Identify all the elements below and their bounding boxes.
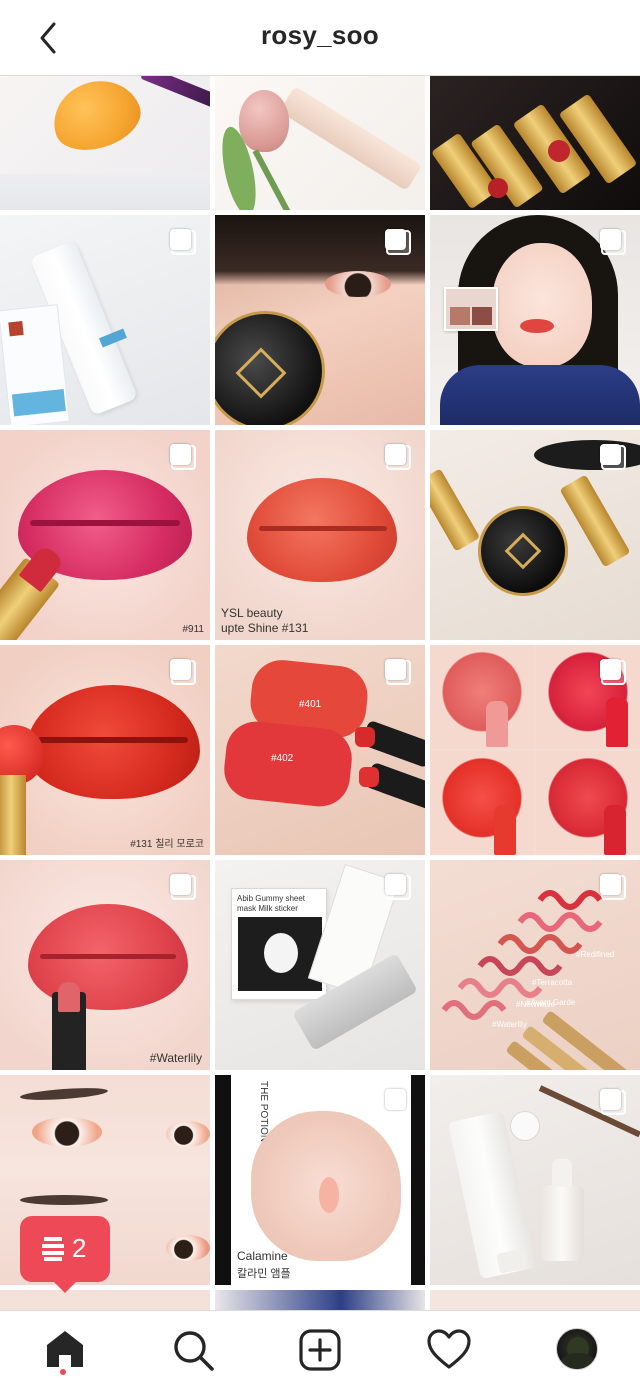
nav-home[interactable] [42, 1327, 88, 1373]
activity-notification-badge[interactable]: 2 [20, 1216, 110, 1293]
swatch-label: #Redifined [576, 950, 615, 959]
swatch-label: #401 [299, 699, 322, 710]
post-tile[interactable]: #401 #402 [215, 645, 425, 855]
foundation-tube-image [279, 86, 423, 191]
multiple-posts-icon [600, 874, 626, 900]
shirt-image [440, 365, 640, 425]
multiple-posts-icon [385, 444, 411, 470]
plus-square-icon [299, 1329, 341, 1371]
multiple-posts-icon [385, 874, 411, 900]
multiple-posts-icon [170, 874, 196, 900]
post-tile[interactable] [0, 76, 210, 210]
post-tile[interactable] [430, 1075, 640, 1285]
notification-count: 2 [72, 1233, 87, 1263]
lips-collage-image [430, 645, 534, 749]
skincare-box-image [0, 304, 71, 425]
heart-icon [427, 1329, 471, 1369]
post-tile[interactable] [430, 645, 640, 855]
post-caption-line2: upte Shine #131 [221, 621, 309, 635]
post-tile[interactable]: #Waterlily [0, 860, 210, 1070]
post-tile[interactable] [430, 76, 640, 210]
swatch-label: #402 [271, 753, 294, 764]
eyeshadow-palette-image [444, 287, 498, 331]
nav-profile-avatar[interactable] [556, 1328, 598, 1370]
tulip-image [239, 90, 289, 152]
nav-search[interactable] [170, 1327, 216, 1373]
brush-handle-image [140, 76, 210, 109]
lipstick-image [430, 468, 481, 552]
post-caption: #131 칠리 모로코 [130, 839, 204, 850]
top-bar: rosy_soo [0, 0, 640, 76]
post-caption: YSL beauty [221, 606, 283, 620]
search-icon [174, 1331, 214, 1371]
multiple-posts-icon [170, 444, 196, 470]
multiple-posts-icon [600, 659, 626, 685]
multiple-posts-icon [600, 444, 626, 470]
post-caption: Abib Gummy sheet mask Milk sticker [237, 894, 306, 913]
post-tile[interactable] [215, 215, 425, 425]
post-caption: Calamine [237, 1249, 288, 1263]
swatch-label: #Terracotta [532, 978, 573, 987]
multiple-posts-icon [600, 229, 626, 255]
makeup-sponge-image [43, 76, 149, 160]
posts-grid: #911 YSL beauty upte Shine #131 #131 칠리 … [0, 76, 640, 1310]
home-active-dot [60, 1369, 66, 1375]
face-image [492, 243, 592, 367]
post-tile[interactable]: #Redifined #Terracotta #Avant Garde #New… [430, 860, 640, 1070]
post-tile[interactable] [0, 215, 210, 425]
post-tile[interactable] [215, 1290, 425, 1310]
multiple-posts-icon [600, 1089, 626, 1115]
post-caption: #911 [182, 624, 204, 635]
multiple-posts-icon [170, 229, 196, 255]
serum-bottle-image [540, 1185, 584, 1261]
multiple-posts-icon [170, 659, 196, 685]
post-tile[interactable] [215, 76, 425, 210]
post-tile[interactable] [430, 430, 640, 640]
post-tile[interactable]: #911 [0, 430, 210, 640]
post-tile[interactable]: #131 칠리 모로코 [0, 645, 210, 855]
swatch-label: #Waterlily [492, 1020, 527, 1029]
comment-list-icon [42, 1237, 64, 1261]
eye-image [325, 271, 391, 297]
post-caption: #Waterlily [149, 1051, 202, 1065]
post-tile[interactable] [430, 1290, 640, 1310]
post-tile[interactable]: Abib Gummy sheet mask Milk sticker [215, 860, 425, 1070]
post-tile[interactable]: YSL beauty upte Shine #131 [215, 430, 425, 640]
post-tile[interactable]: THE POTIONS Calamine 칼라민 앰플 [215, 1075, 425, 1285]
profile-username-title: rosy_soo [260, 20, 379, 50]
multiple-posts-icon [385, 659, 411, 685]
multiple-posts-icon [385, 229, 411, 255]
nav-create[interactable] [297, 1327, 343, 1373]
post-tile[interactable] [430, 215, 640, 425]
home-icon [47, 1331, 83, 1367]
swatch-label: #Newwave [516, 1000, 556, 1009]
bottom-navigation [0, 1310, 640, 1386]
multiple-posts-icon [385, 1089, 411, 1115]
post-caption-kr: 칼라민 앰플 [237, 1268, 291, 1280]
post-tile[interactable] [0, 1290, 210, 1310]
nav-activity[interactable] [426, 1327, 472, 1373]
